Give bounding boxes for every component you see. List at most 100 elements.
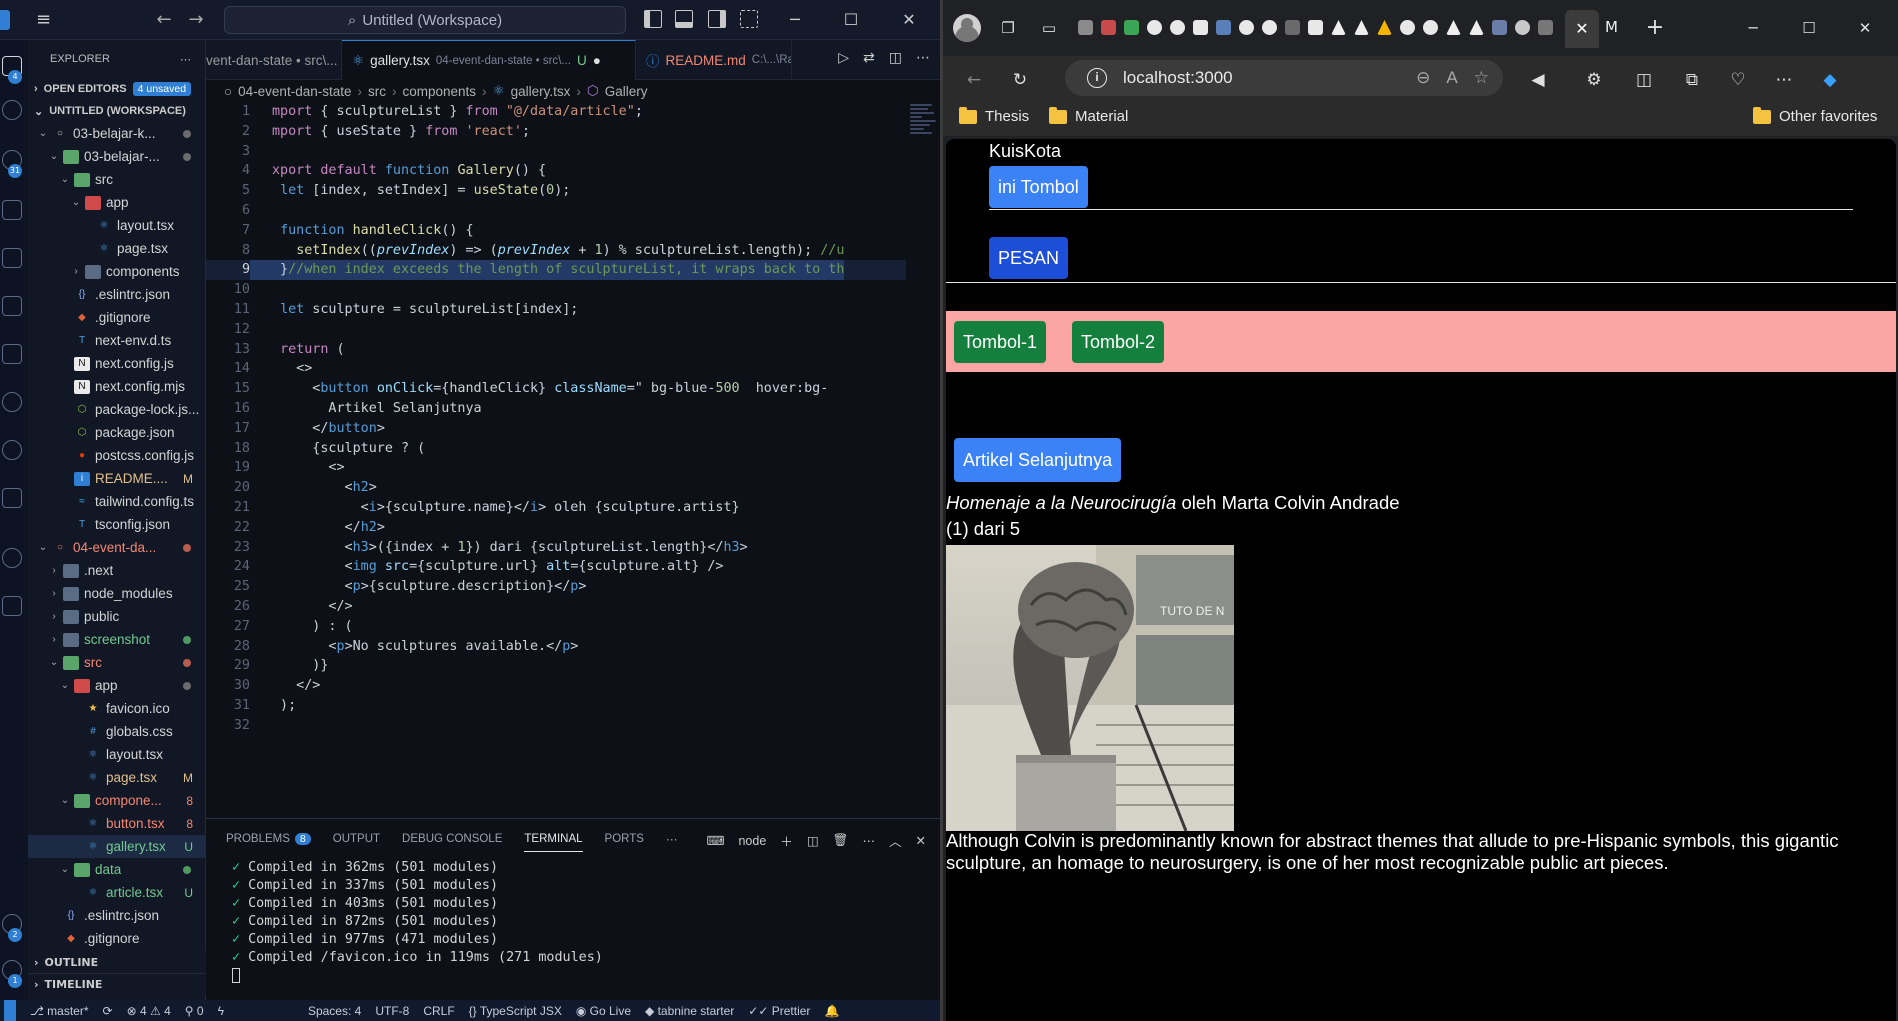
artikel-selanjutnya-button[interactable]: Artikel Selanjutnya	[954, 438, 1122, 482]
bookmark-material[interactable]: Material	[1049, 106, 1128, 125]
tree-item[interactable]: ⚛ button.tsx 8	[28, 812, 205, 835]
code-line[interactable]: 30 </>	[206, 676, 906, 696]
code-line[interactable]: 1 mport { sculptureList } from "@/data/ar…	[206, 102, 906, 122]
terminal-name[interactable]: node	[738, 834, 766, 848]
tab-output[interactable]: OUTPUT	[333, 833, 380, 845]
timeline-section[interactable]: › TIMELINE	[28, 973, 206, 995]
code-line[interactable]: 5 let [index, setIndex] = useState(0);	[206, 181, 906, 201]
maximize-icon[interactable]: ☐	[1799, 18, 1819, 38]
back-icon[interactable]: ←	[963, 69, 985, 91]
tab-favicon-github-icon[interactable]	[1239, 20, 1254, 35]
profile-avatar[interactable]	[953, 14, 981, 42]
tree-item[interactable]: › components	[28, 260, 205, 283]
breadcrumb-item[interactable]: components	[402, 84, 476, 99]
tab-problems[interactable]: PROBLEMS 8	[226, 833, 311, 845]
language-item[interactable]: {} TypeScript JSX	[469, 1004, 562, 1018]
split-editor-icon[interactable]: ◫	[889, 50, 902, 66]
split-screen-icon[interactable]: ◫	[1633, 69, 1655, 91]
indentation-item[interactable]: Spaces: 4	[308, 1004, 361, 1018]
tree-item[interactable]: ⌄ ○ 03-belajar-k...	[28, 122, 205, 145]
tab-favicon-plus-icon[interactable]	[1124, 20, 1139, 35]
code-line[interactable]: 3	[206, 142, 906, 162]
code-line[interactable]: 13 return (	[206, 340, 906, 360]
code-line[interactable]: 4 xport default function Gallery() {	[206, 161, 906, 181]
tree-item[interactable]: ⬡ package-lock.js...	[28, 398, 205, 421]
tab-terminal[interactable]: TERMINAL	[524, 833, 583, 852]
tree-item[interactable]: Nnext.config.js	[28, 352, 205, 375]
tree-item[interactable]: ⌄ src	[28, 651, 205, 674]
code-line[interactable]: 17 </button>	[206, 419, 906, 439]
workspace-section[interactable]: ⌄ UNTITLED (WORKSPACE)	[28, 100, 205, 122]
code-line[interactable]: 28 <p>No sculptures available.</p>	[206, 637, 906, 657]
terminal-prompt[interactable]	[232, 967, 940, 985]
address-bar[interactable]: i localhost:3000 ⊖ A ☆	[1065, 60, 1503, 96]
run-icon[interactable]: ▷	[838, 50, 849, 66]
code-line[interactable]: 25 <p>{sculpture.description}</p>	[206, 577, 906, 597]
tab-favicon-github-icon[interactable]	[1423, 20, 1438, 35]
compare-icon[interactable]: ⇄	[863, 50, 875, 66]
code-line[interactable]: 6	[206, 201, 906, 221]
code-line[interactable]: 29 )}	[206, 656, 906, 676]
problems-item[interactable]: ⊗ 4 ⚠ 4	[127, 1004, 171, 1018]
tab-favicon-grid-icon[interactable]	[1216, 20, 1231, 35]
code-line[interactable]: 21 <i>{sculpture.name}</i> oleh {sculptu…	[206, 498, 906, 518]
sync-icon[interactable]: ⟳	[103, 1004, 113, 1018]
code-line[interactable]: 11 let sculpture = sculptureList[index];	[206, 300, 906, 320]
search-icon[interactable]	[2, 100, 22, 120]
tree-item[interactable]: {} .eslintrc.json	[28, 283, 205, 306]
github-icon[interactable]	[2, 392, 22, 412]
zoom-icon[interactable]: ⊖	[1416, 68, 1430, 88]
code-line[interactable]: 7 function handleClick() {	[206, 221, 906, 241]
code-line[interactable]: 8 setIndex((prevIndex) => (prevIndex + 1…	[206, 241, 906, 261]
tree-item[interactable]: ⌄ src	[28, 168, 205, 191]
extensions-icon[interactable]: ⚙	[1583, 69, 1605, 91]
tombol-2-button[interactable]: Tombol-2	[1072, 321, 1165, 363]
tab-page[interactable]: vent-dan-state • src\... M	[206, 40, 342, 80]
more-actions-icon[interactable]: ⋯	[916, 50, 930, 66]
tab-favicon-page-icon[interactable]	[1538, 20, 1553, 35]
tab-favicon-doc-icon[interactable]	[1193, 20, 1208, 35]
read-aloud-icon[interactable]: A	[1446, 68, 1457, 88]
tree-item[interactable]: ◆ .gitignore	[28, 927, 205, 950]
tree-item[interactable]: ★ favicon.ico	[28, 697, 205, 720]
tree-item[interactable]: ⌄ ○ 04-event-da...	[28, 536, 205, 559]
tree-item[interactable]: ◆ .gitignore	[28, 306, 205, 329]
customize-layout-icon[interactable]	[740, 10, 758, 28]
other-favorites[interactable]: Other favorites	[1753, 106, 1877, 125]
breadcrumb-item[interactable]: 04-event-dan-state	[238, 84, 351, 99]
prettier-item[interactable]: ✓✓ Prettier	[748, 1004, 810, 1018]
code-editor[interactable]: 1 mport { sculptureList } from "@/data/ar…	[206, 102, 906, 762]
code-line[interactable]: 20 <h2>	[206, 478, 906, 498]
code-line[interactable]: 22 </h2>	[206, 518, 906, 538]
tab-favicon-m-icon[interactable]: M	[1605, 20, 1620, 35]
breadcrumb-item[interactable]: src	[368, 84, 386, 99]
tree-item[interactable]: ⚛ layout.tsx	[28, 743, 205, 766]
tree-item[interactable]: › screenshot	[28, 628, 205, 651]
code-line[interactable]: 27 ) : (	[206, 617, 906, 637]
tombol-1-button[interactable]: Tombol-1	[954, 321, 1047, 363]
ini-tombol-button[interactable]: ini Tombol	[989, 166, 1088, 208]
tab-actions-icon[interactable]: ▭	[1039, 18, 1059, 38]
terminal-output[interactable]: ✓ Compiled in 362ms (501 modules) ✓ Compi…	[206, 859, 940, 985]
code-line[interactable]: 16 Artikel Selanjutnya	[206, 399, 906, 419]
tab-gallery[interactable]: ⚛ gallery.tsx 04-event-dan-state • src\.…	[342, 40, 636, 80]
remote-explorer-icon[interactable]	[2, 296, 22, 316]
tab-favicon-github-icon[interactable]	[1147, 20, 1162, 35]
tab-favicon-vercel-icon[interactable]	[1469, 20, 1484, 35]
toggle-panel-icon[interactable]	[675, 10, 693, 28]
tab-favicon-google-icon[interactable]	[1400, 20, 1415, 35]
docker-icon[interactable]	[2, 488, 22, 508]
tree-item[interactable]: ⌄ compone... 8	[28, 789, 205, 812]
tree-item[interactable]: › public	[28, 605, 205, 628]
lightning-icon[interactable]: ϟ	[218, 1004, 224, 1018]
tree-item[interactable]: Nnext.config.mjs	[28, 375, 205, 398]
forward-arrow-icon[interactable]: →	[184, 8, 208, 32]
back-arrow-icon[interactable]: ←	[152, 8, 176, 32]
tree-item[interactable]: {} .eslintrc.json	[28, 904, 205, 927]
open-editors-section[interactable]: › OPEN EDITORS 4 unsaved	[28, 78, 205, 100]
maximize-panel-icon[interactable]: ︿	[889, 831, 902, 850]
tab-favicon-github-icon[interactable]	[1170, 20, 1185, 35]
code-line[interactable]: 10	[206, 280, 906, 300]
code-line[interactable]: 15 <button onClick={handleClick} classNa…	[206, 379, 906, 399]
database-icon[interactable]	[2, 548, 22, 568]
